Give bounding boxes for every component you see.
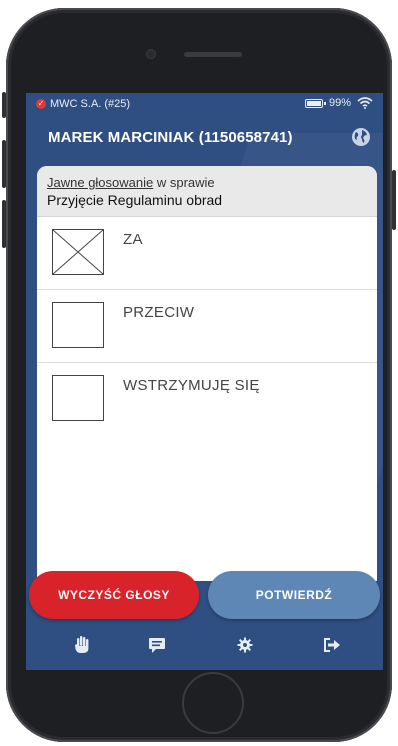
volume-up-button [2, 140, 6, 188]
app-screen: ✓ MWC S.A. (#25) 99% MAREK MARCINIAK (11… [26, 93, 383, 670]
bottom-tab-bar [26, 623, 383, 670]
earpiece [184, 52, 242, 57]
carrier-label: MWC S.A. (#25) [50, 98, 131, 110]
voting-mode-suffix: w sprawie [153, 175, 215, 190]
option-przeciw-label: PRZECIW [123, 304, 195, 321]
logout-icon[interactable] [320, 633, 344, 657]
option-przeciw-checkbox[interactable] [52, 302, 104, 348]
status-bar: ✓ MWC S.A. (#25) 99% [26, 93, 383, 115]
app-header: MAREK MARCINIAK (1150658741) [26, 119, 383, 155]
ballot-header: Jawne głosowanie w sprawie Przyjęcie Reg… [37, 166, 377, 217]
voting-mode-link[interactable]: Jawne głosowanie [47, 175, 153, 190]
globe-icon[interactable] [351, 127, 371, 147]
front-camera [147, 50, 155, 58]
option-wstrzymuje-checkbox[interactable] [52, 375, 104, 421]
hand-icon[interactable] [70, 633, 94, 657]
gear-icon[interactable] [233, 633, 257, 657]
ballot-subject: Przyjęcie Regulaminu obrad [47, 192, 223, 208]
ballot-card: Jawne głosowanie w sprawie Przyjęcie Reg… [37, 166, 377, 581]
cross-mark-icon [52, 229, 104, 275]
battery-icon [304, 98, 326, 108]
option-przeciw[interactable]: PRZECIW [37, 290, 377, 363]
power-button [392, 170, 396, 230]
option-za[interactable]: ZA [37, 217, 377, 290]
silent-switch [2, 92, 6, 118]
battery-level: 99% [328, 97, 351, 109]
home-button[interactable] [182, 672, 244, 734]
clear-votes-button[interactable]: WYCZYŚĆ GŁOSY [29, 571, 199, 619]
option-za-checkbox[interactable] [52, 229, 104, 275]
option-wstrzymuje[interactable]: WSTRZYMUJĘ SIĘ [37, 363, 377, 435]
voter-name: MAREK MARCINIAK (1150658741) [48, 129, 293, 146]
check-badge-icon: ✓ [36, 99, 46, 109]
option-wstrzymuje-label: WSTRZYMUJĘ SIĘ [123, 377, 260, 394]
chat-icon[interactable] [145, 633, 169, 657]
confirm-button[interactable]: POTWIERDŹ [208, 571, 380, 619]
option-za-label: ZA [123, 231, 143, 248]
wifi-icon [357, 97, 373, 109]
volume-down-button [2, 200, 6, 248]
